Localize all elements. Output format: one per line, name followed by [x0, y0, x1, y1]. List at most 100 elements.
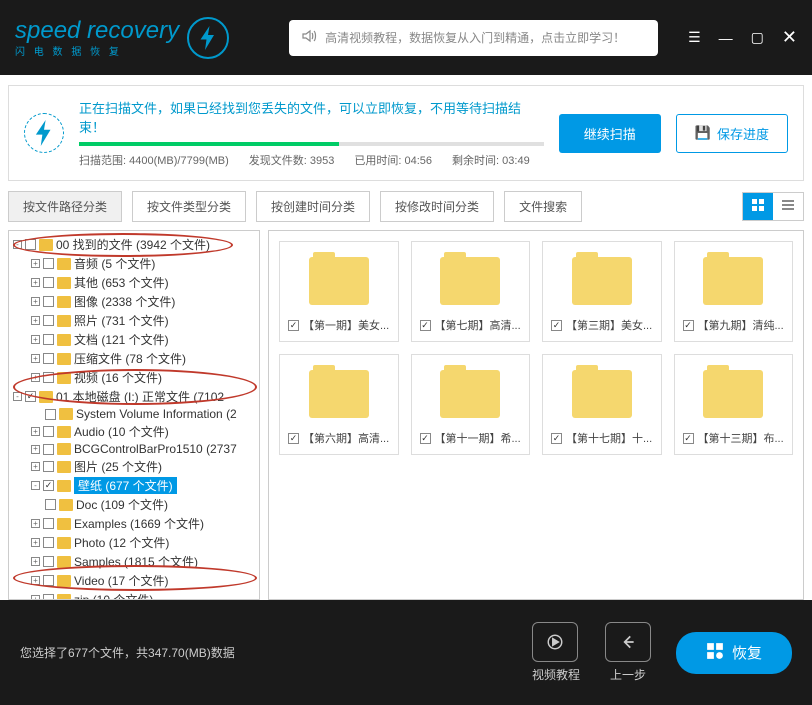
tree-checkbox[interactable] — [43, 518, 54, 529]
menu-button[interactable]: ☰ — [688, 29, 701, 46]
tree-checkbox[interactable] — [45, 409, 56, 420]
tree-checkbox[interactable] — [43, 334, 54, 345]
tree-item[interactable]: + zip (10 个文件) — [11, 590, 257, 600]
expander-icon[interactable]: + — [31, 576, 40, 585]
expander-icon[interactable]: + — [31, 519, 40, 528]
file-item[interactable]: 【第一期】美女... — [279, 241, 399, 342]
file-checkbox[interactable] — [288, 433, 299, 444]
tree-item[interactable]: -00 找到的文件 (3942 个文件) — [11, 235, 257, 254]
file-checkbox[interactable] — [420, 433, 431, 444]
expander-icon[interactable]: + — [31, 335, 40, 344]
tree-item[interactable]: +Samples (1815 个文件) — [11, 552, 257, 571]
tree-checkbox[interactable] — [43, 575, 54, 586]
tree-label: Examples (1669 个文件) — [74, 515, 204, 532]
tree-checkbox[interactable] — [43, 537, 54, 548]
expander-icon[interactable]: + — [31, 316, 40, 325]
expander-icon[interactable]: - — [13, 392, 22, 401]
file-item[interactable]: 【第三期】美女... — [542, 241, 662, 342]
tab-search[interactable]: 文件搜索 — [504, 191, 582, 222]
scan-meta: 扫描范围: 4400(MB)/7799(MB) 发现文件数: 3953 已用时间… — [79, 152, 544, 168]
tree-item[interactable]: Doc (109 个文件) — [11, 495, 257, 514]
expander-icon[interactable]: - — [13, 240, 22, 249]
tree-label: 图像 (2338 个文件) — [74, 293, 175, 310]
maximize-button[interactable]: ▢ — [751, 29, 764, 46]
continue-scan-button[interactable]: 继续扫描 — [559, 114, 661, 153]
tree-label: zip (10 个文件) — [74, 591, 153, 600]
view-grid-button[interactable] — [743, 193, 773, 220]
tree-item[interactable]: + 图像 (2338 个文件) — [11, 292, 257, 311]
expander-icon[interactable]: + — [31, 462, 40, 471]
recover-button[interactable]: 恢复 — [676, 632, 792, 674]
expander-icon[interactable]: + — [31, 278, 40, 287]
expander-icon[interactable]: + — [31, 445, 40, 454]
file-item[interactable]: 【第十三期】布... — [674, 354, 794, 455]
view-list-button[interactable] — [773, 193, 803, 220]
tree-item[interactable]: +压缩文件 (78 个文件) — [11, 349, 257, 368]
tree-item[interactable]: +文档 (121 个文件) — [11, 330, 257, 349]
tree-checkbox[interactable] — [43, 277, 54, 288]
tree-item[interactable]: +Video (17 个文件) — [11, 571, 257, 590]
tree-item[interactable]: +BCGControlBarPro1510 (2737 — [11, 441, 257, 457]
file-checkbox[interactable] — [420, 320, 431, 331]
expander-icon[interactable]: + — [31, 259, 40, 268]
close-button[interactable]: ✕ — [782, 27, 797, 48]
minimize-button[interactable]: — — [719, 30, 733, 46]
file-checkbox[interactable] — [683, 320, 694, 331]
file-item[interactable]: 【第六期】高清... — [279, 354, 399, 455]
tab-by-type[interactable]: 按文件类型分类 — [132, 191, 246, 222]
tree-checkbox[interactable] — [43, 594, 54, 600]
tutorial-banner[interactable]: 高清视频教程，数据恢复从入门到精通，点击立即学习！ — [289, 20, 658, 56]
tab-by-created[interactable]: 按创建时间分类 — [256, 191, 370, 222]
tab-by-modified[interactable]: 按修改时间分类 — [380, 191, 494, 222]
file-checkbox[interactable] — [288, 320, 299, 331]
file-checkbox[interactable] — [551, 433, 562, 444]
tree-item[interactable]: +照片 (731 个文件) — [11, 311, 257, 330]
expander-icon[interactable]: + — [31, 557, 40, 566]
file-name: 【第九期】清纯... — [698, 317, 784, 333]
tree-item[interactable]: -01 本地磁盘 (I:) 正常文件 (7102 — [11, 387, 257, 406]
file-list-panel[interactable]: 【第一期】美女...【第七期】高清...【第三期】美女... 【第九期】清纯...… — [268, 230, 804, 600]
file-item[interactable]: 【第十七期】十... — [542, 354, 662, 455]
expander-icon[interactable]: + — [31, 538, 40, 547]
file-item[interactable]: 【第九期】清纯... — [674, 241, 794, 342]
tree-checkbox[interactable] — [43, 372, 54, 383]
tree-checkbox[interactable] — [43, 315, 54, 326]
file-checkbox[interactable] — [551, 320, 562, 331]
tree-checkbox[interactable] — [43, 461, 54, 472]
tree-checkbox[interactable] — [25, 391, 36, 402]
tree-item[interactable]: +视频 (16 个文件) — [11, 368, 257, 387]
tree-label: 图片 (25 个文件) — [74, 458, 162, 475]
tree-checkbox[interactable] — [43, 444, 54, 455]
tree-checkbox[interactable] — [43, 258, 54, 269]
tree-item[interactable]: +音频 (5 个文件) — [11, 254, 257, 273]
expander-icon[interactable]: + — [31, 354, 40, 363]
tree-item[interactable]: +其他 (653 个文件) — [11, 273, 257, 292]
tree-item[interactable]: +Photo (12 个文件) — [11, 533, 257, 552]
tab-by-path[interactable]: 按文件路径分类 — [8, 191, 122, 222]
save-progress-button[interactable]: 💾 保存进度 — [676, 114, 788, 153]
tree-checkbox[interactable] — [43, 296, 54, 307]
expander-icon[interactable]: + — [31, 595, 40, 600]
tree-checkbox[interactable] — [43, 480, 54, 491]
file-checkbox[interactable] — [683, 433, 694, 444]
save-icon: 💾 — [695, 125, 711, 141]
expander-icon[interactable]: + — [31, 297, 40, 306]
tree-checkbox[interactable] — [43, 353, 54, 364]
file-item[interactable]: 【第七期】高清... — [411, 241, 531, 342]
tree-item[interactable]: + 图片 (25 个文件) — [11, 457, 257, 476]
tree-checkbox[interactable] — [25, 239, 36, 250]
expander-icon[interactable]: + — [31, 427, 40, 436]
previous-step-button[interactable]: 上一步 — [605, 622, 651, 683]
tree-item[interactable]: -壁纸 (677 个文件) — [11, 476, 257, 495]
tree-checkbox[interactable] — [45, 499, 56, 510]
tree-checkbox[interactable] — [43, 556, 54, 567]
video-tutorial-button[interactable]: 视频教程 — [532, 622, 580, 683]
tree-item[interactable]: +Audio (10 个文件) — [11, 422, 257, 441]
expander-icon[interactable]: - — [31, 481, 40, 490]
tree-checkbox[interactable] — [43, 426, 54, 437]
tree-item[interactable]: + Examples (1669 个文件) — [11, 514, 257, 533]
tree-item[interactable]: System Volume Information (2 — [11, 406, 257, 422]
folder-tree-panel[interactable]: -00 找到的文件 (3942 个文件)+音频 (5 个文件)+其他 (653 … — [8, 230, 260, 600]
file-item[interactable]: 【第十一期】希... — [411, 354, 531, 455]
expander-icon[interactable]: + — [31, 373, 40, 382]
